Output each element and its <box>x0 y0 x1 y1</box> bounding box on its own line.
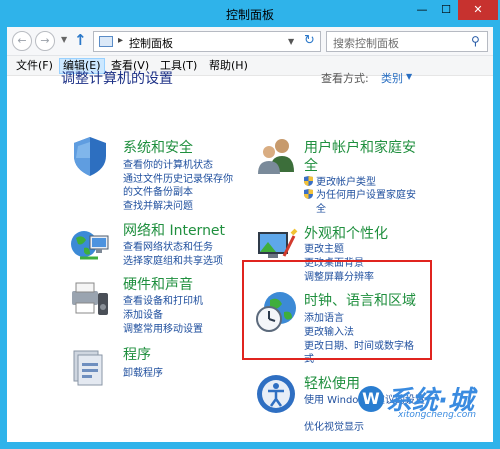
view-by-label: 查看方式: <box>321 72 369 85</box>
category-system-security-title[interactable]: 系统和安全 <box>123 137 193 157</box>
link-mobility-settings[interactable]: 调整常用移动设置 <box>123 320 203 335</box>
address-bar[interactable]: ▸ 控制面板 ▼ ↻ <box>93 31 321 52</box>
category-users-title-cont[interactable]: 全 <box>304 155 318 175</box>
link-family-safety-cont[interactable]: 全 <box>316 200 326 215</box>
link-homegroup-sharing[interactable]: 选择家庭组和共享选项 <box>123 252 223 267</box>
category-hardware-title[interactable]: 硬件和声音 <box>123 274 193 294</box>
maximize-button[interactable]: ☐ <box>434 0 458 20</box>
link-view-computer-status[interactable]: 查看你的计算机状态 <box>123 156 213 171</box>
search-input[interactable]: 搜索控制面板 ⚲ <box>326 31 488 52</box>
link-file-history-backup-cont[interactable]: 的文件备份副本 <box>123 183 193 198</box>
search-icon[interactable]: ⚲ <box>471 34 480 48</box>
link-family-safety[interactable]: 为任何用户设置家庭安 <box>304 186 416 201</box>
view-by-chevron-down-icon[interactable]: ▼ <box>406 72 412 81</box>
category-users-title[interactable]: 用户帐户和家庭安 <box>304 137 416 157</box>
ease-of-access-icon <box>257 375 295 413</box>
shield-icon <box>74 137 106 176</box>
recent-locations-dropdown[interactable]: ▼ <box>61 35 67 44</box>
back-button[interactable]: ← <box>12 31 32 51</box>
breadcrumb-separator-icon[interactable]: ▸ <box>118 35 123 46</box>
printer-speaker-icon <box>72 282 108 315</box>
uac-shield-icon <box>304 189 313 199</box>
link-network-status[interactable]: 查看网络状态和任务 <box>123 238 213 253</box>
globe-network-icon <box>71 231 109 260</box>
watermark-url: xitongcheng.com <box>398 410 476 420</box>
users-icon <box>258 139 294 174</box>
link-troubleshoot[interactable]: 查找并解决问题 <box>123 197 193 212</box>
refresh-icon[interactable]: ↻ <box>304 33 315 48</box>
link-family-safety-label: 为任何用户设置家庭安 <box>316 190 416 201</box>
watermark-logo-icon: W <box>358 386 384 412</box>
link-devices-printers[interactable]: 查看设备和打印机 <box>123 292 203 307</box>
highlight-box <box>242 260 432 360</box>
search-placeholder: 搜索控制面板 <box>333 37 399 50</box>
navigation-bar: ← → ▼ ↑ ▸ 控制面板 ▼ ↻ 搜索控制面板 ⚲ <box>7 27 493 56</box>
link-change-theme[interactable]: 更改主题 <box>304 240 344 255</box>
menu-help[interactable]: 帮助(H) <box>206 59 251 75</box>
menu-file[interactable]: 文件(F) <box>13 59 56 75</box>
up-arrow-icon[interactable]: ↑ <box>74 31 87 49</box>
category-programs-title[interactable]: 程序 <box>123 344 151 364</box>
link-optimize-visual[interactable]: 优化视觉显示 <box>304 418 364 433</box>
close-button[interactable]: ✕ <box>458 0 498 20</box>
page-title: 调整计算机的设置 <box>61 71 173 87</box>
title-bar[interactable]: 控制面板 — ☐ ✕ <box>0 0 500 27</box>
link-add-device[interactable]: 添加设备 <box>123 306 163 321</box>
view-by-dropdown[interactable]: 类别 <box>381 70 403 86</box>
programs-box-icon <box>73 350 103 386</box>
watermark: W 系统·城 xitongcheng.com <box>358 380 498 420</box>
control-panel-icon <box>99 36 113 47</box>
address-dropdown-icon[interactable]: ▼ <box>288 37 294 46</box>
category-ease-title[interactable]: 轻松使用 <box>304 373 360 393</box>
category-network-title[interactable]: 网络和 Internet <box>123 220 225 240</box>
minimize-button[interactable]: — <box>410 0 434 20</box>
breadcrumb-control-panel[interactable]: 控制面板 <box>129 35 173 51</box>
forward-button[interactable]: → <box>35 31 55 51</box>
uac-shield-icon <box>304 176 313 186</box>
link-uninstall-program[interactable]: 卸载程序 <box>123 364 163 379</box>
